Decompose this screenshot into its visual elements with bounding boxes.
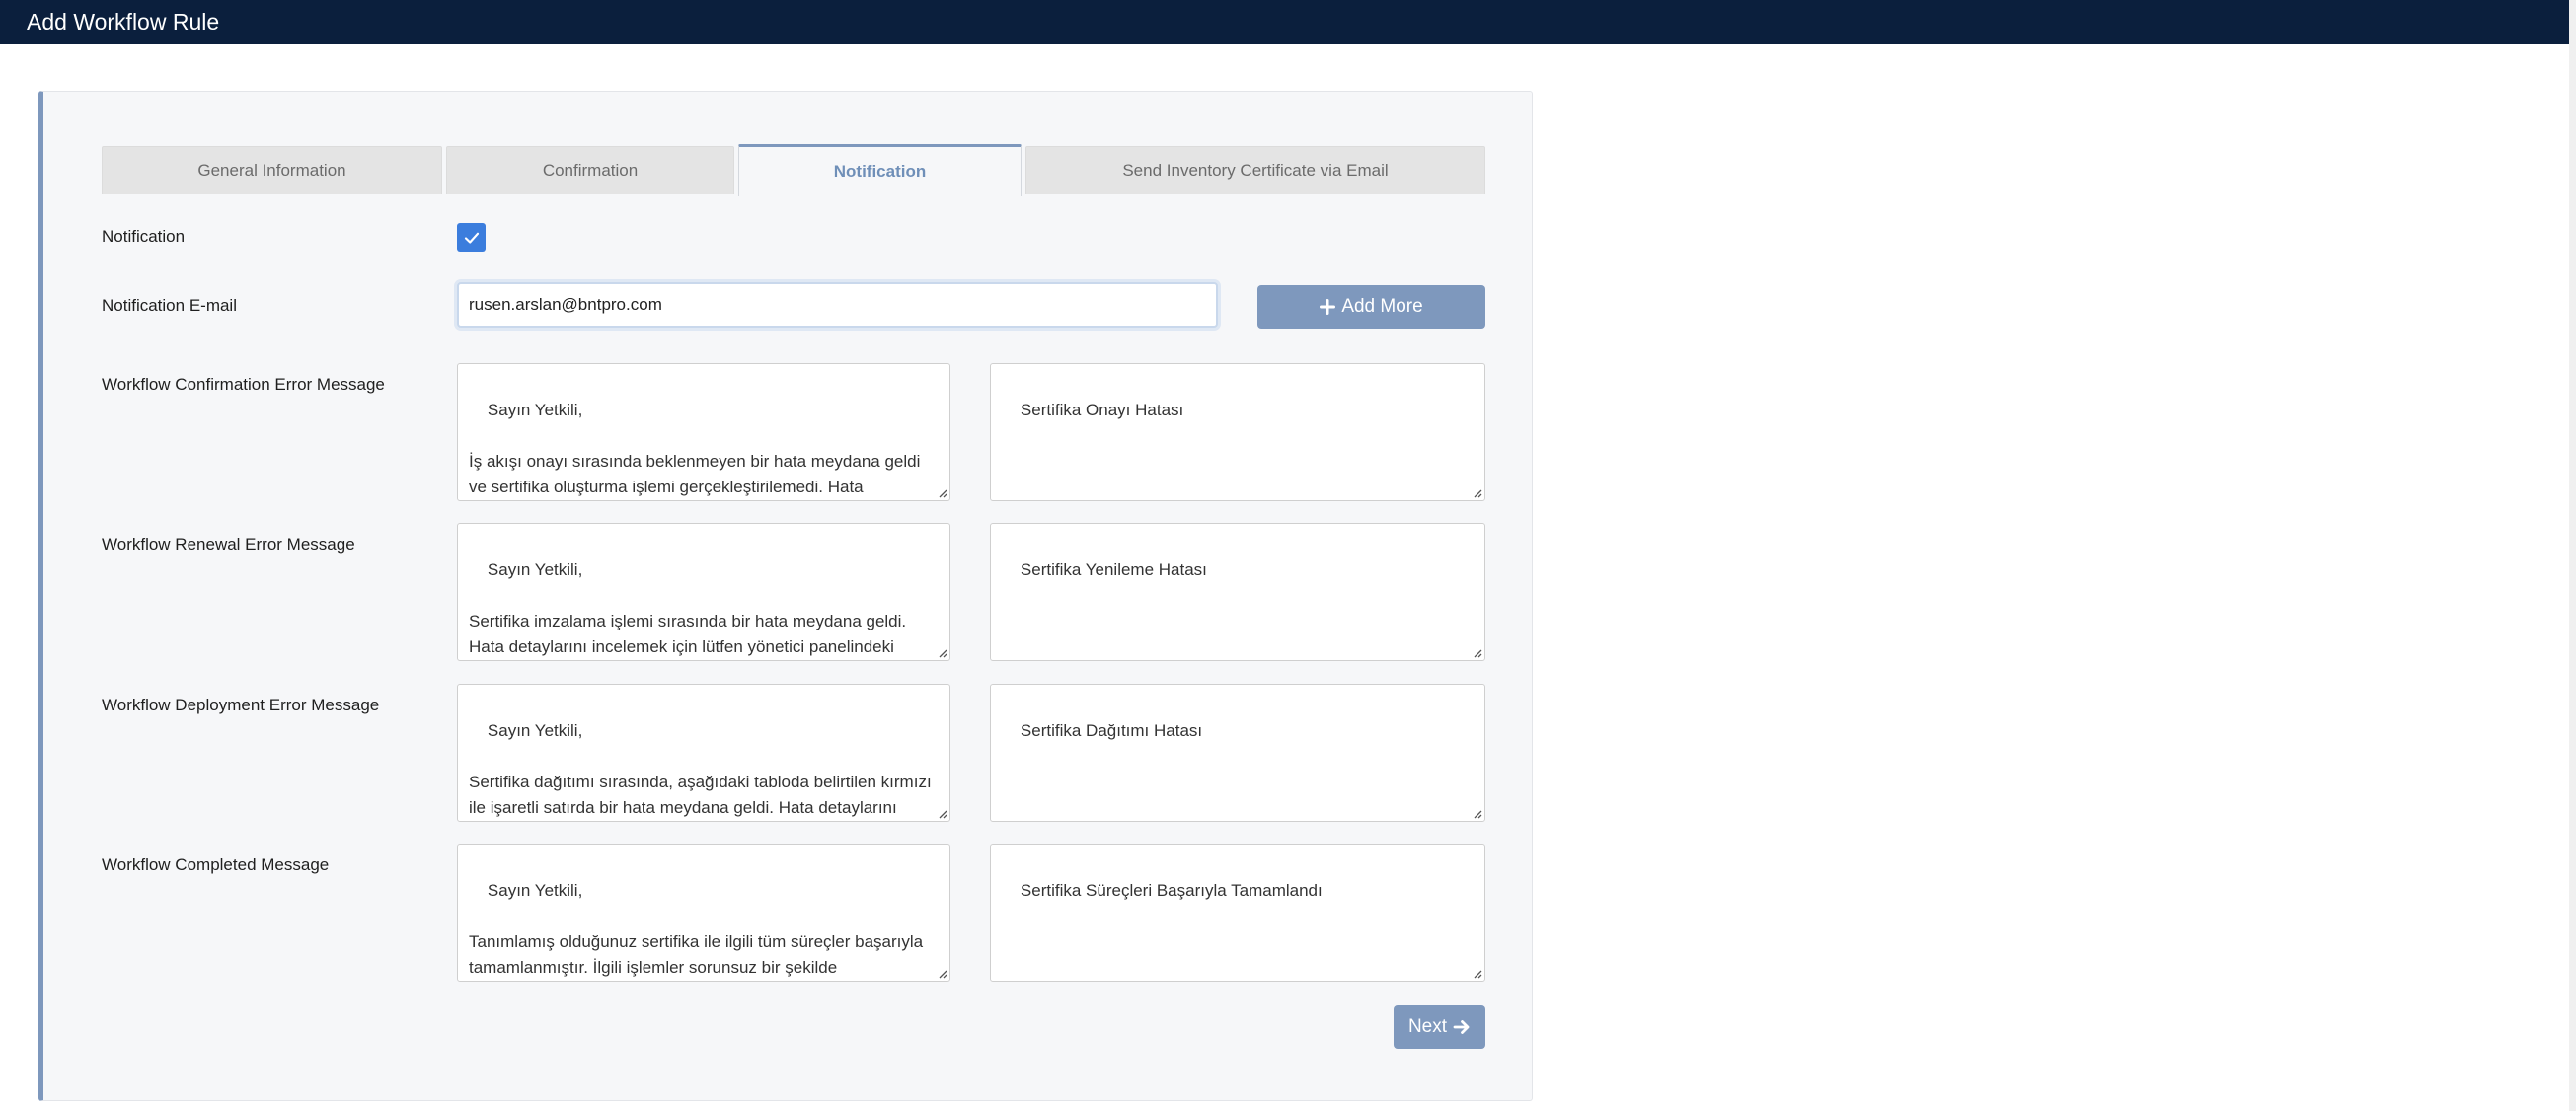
resize-grip-icon[interactable]	[936, 646, 947, 658]
notification-email-input[interactable]	[457, 282, 1218, 328]
arrow-right-icon	[1453, 1020, 1470, 1034]
tab-bar: General Information Confirmation Notific…	[102, 144, 1485, 196]
completed-message-label: Workflow Completed Message	[102, 855, 330, 874]
deployment-error-subject-textarea[interactable]: Sertifika Dağıtımı Hatası	[990, 684, 1485, 822]
renewal-error-subject-textarea[interactable]: Sertifika Yenileme Hatası	[990, 523, 1485, 661]
tab-general-information[interactable]: General Information	[102, 146, 442, 194]
resize-grip-icon[interactable]	[1471, 807, 1482, 819]
add-more-button[interactable]: Add More	[1257, 285, 1485, 329]
resize-grip-icon[interactable]	[1471, 646, 1482, 658]
completed-message-body-textarea[interactable]: Sayın Yetkili, Tanımlamış olduğunuz sert…	[457, 844, 950, 982]
renewal-error-body-textarea[interactable]: Sayın Yetkili, Sertifika imzalama işlemi…	[457, 523, 950, 661]
page-title: Add Workflow Rule	[27, 9, 220, 35]
notification-checkbox[interactable]	[457, 223, 486, 252]
deployment-error-label: Workflow Deployment Error Message	[102, 696, 380, 714]
resize-grip-icon[interactable]	[936, 807, 947, 819]
scrollbar-gutter[interactable]	[2569, 0, 2576, 1111]
notification-email-label: Notification E-mail	[102, 296, 237, 315]
top-header-bar: Add Workflow Rule	[0, 0, 2569, 44]
confirmation-error-subject-textarea[interactable]: Sertifika Onayı Hatası	[990, 363, 1485, 501]
deployment-error-body-text: Sayın Yetkili, Sertifika dağıtımı sırası…	[469, 721, 932, 817]
renewal-error-subject-text: Sertifika Yenileme Hatası	[1020, 560, 1207, 579]
renewal-error-body-text: Sayın Yetkili, Sertifika imzalama işlemi…	[469, 560, 907, 656]
add-more-label: Add More	[1341, 296, 1423, 317]
notification-label: Notification	[102, 227, 186, 246]
next-label: Next	[1407, 1016, 1448, 1037]
workflow-rule-card: General Information Confirmation Notific…	[38, 91, 1533, 1101]
confirmation-error-body-text: Sayın Yetkili, İş akışı onayı sırasında …	[469, 401, 921, 496]
completed-message-body-text: Sayın Yetkili, Tanımlamış olduğunuz sert…	[469, 881, 924, 977]
resize-grip-icon[interactable]	[936, 486, 947, 498]
completed-message-subject-text: Sertifika Süreçleri Başarıyla Tamamlandı	[1020, 881, 1323, 900]
resize-grip-icon[interactable]	[936, 967, 947, 979]
renewal-error-label: Workflow Renewal Error Message	[102, 535, 355, 554]
confirmation-error-label: Workflow Confirmation Error Message	[102, 375, 385, 394]
resize-grip-icon[interactable]	[1471, 486, 1482, 498]
resize-grip-icon[interactable]	[1471, 967, 1482, 979]
tab-notification[interactable]: Notification	[738, 144, 1022, 196]
plus-icon	[1320, 299, 1336, 315]
tab-confirmation[interactable]: Confirmation	[446, 146, 734, 194]
check-icon	[464, 232, 479, 244]
next-button[interactable]: Next	[1394, 1005, 1485, 1049]
tab-send-inventory-certificate[interactable]: Send Inventory Certificate via Email	[1025, 146, 1485, 194]
confirmation-error-subject-text: Sertifika Onayı Hatası	[1020, 401, 1184, 419]
deployment-error-body-textarea[interactable]: Sayın Yetkili, Sertifika dağıtımı sırası…	[457, 684, 950, 822]
deployment-error-subject-text: Sertifika Dağıtımı Hatası	[1020, 721, 1203, 740]
completed-message-subject-textarea[interactable]: Sertifika Süreçleri Başarıyla Tamamlandı	[990, 844, 1485, 982]
confirmation-error-body-textarea[interactable]: Sayın Yetkili, İş akışı onayı sırasında …	[457, 363, 950, 501]
